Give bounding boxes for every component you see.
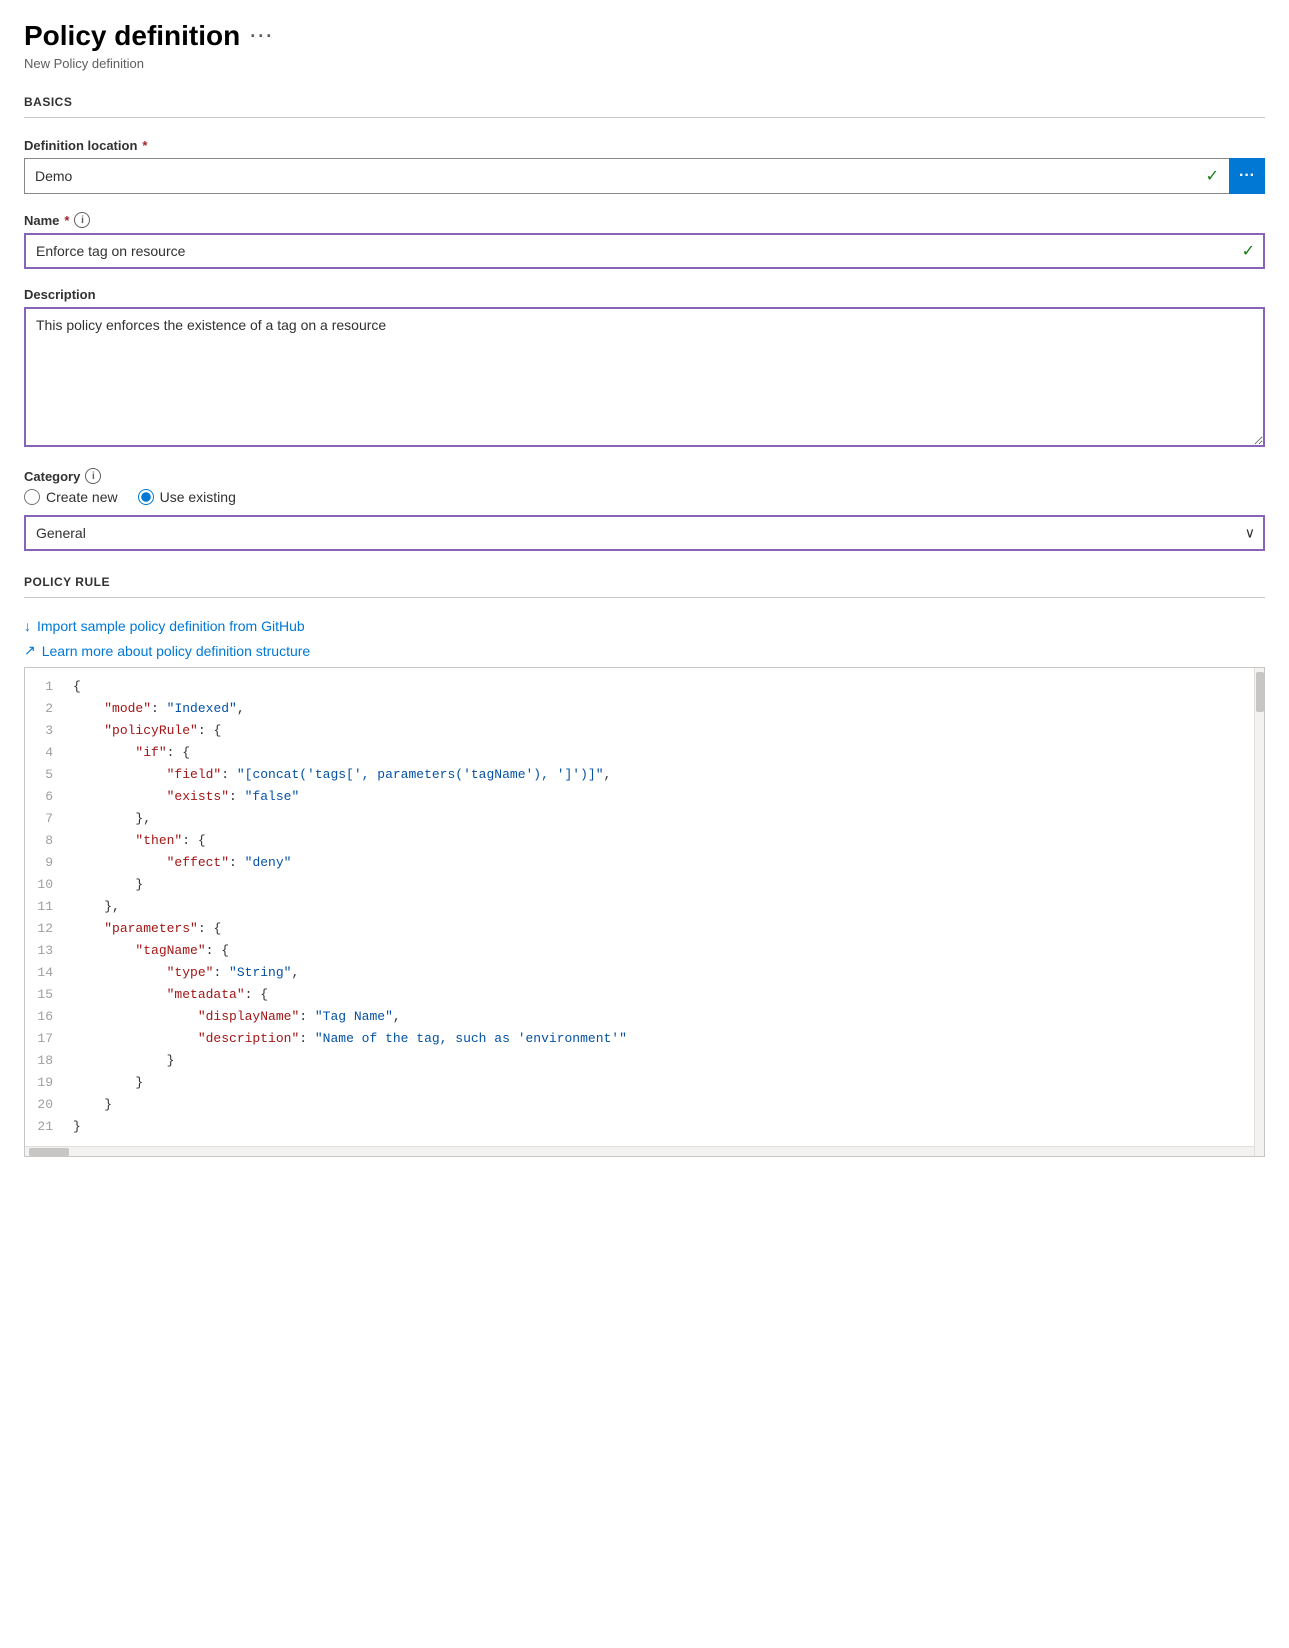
description-label: Description [24, 287, 1265, 302]
external-link-icon: ↗ [24, 642, 36, 659]
code-line: } [73, 874, 1254, 896]
code-line: "mode": "Indexed", [73, 698, 1254, 720]
line-number: 14 [33, 962, 53, 984]
line-number: 8 [33, 830, 53, 852]
more-options-icon[interactable]: ··· [250, 26, 274, 47]
name-field: Name * i ✓ [24, 212, 1265, 269]
definition-location-input-wrapper: ✓ [24, 158, 1229, 194]
line-number: 21 [33, 1116, 53, 1138]
use-existing-radio-option[interactable]: Use existing [138, 489, 236, 505]
line-number: 19 [33, 1072, 53, 1094]
code-line: "displayName": "Tag Name", [73, 1006, 1254, 1028]
label-text: Category [24, 469, 80, 484]
line-number: 6 [33, 786, 53, 808]
code-editor[interactable]: 123456789101112131415161718192021 { "mod… [24, 667, 1265, 1157]
policy-rule-divider [24, 597, 1265, 598]
basics-section-header: BASICS [24, 95, 1265, 109]
line-number: 15 [33, 984, 53, 1006]
category-radio-group: Create new Use existing [24, 489, 1265, 505]
name-input-wrapper: ✓ [24, 233, 1265, 269]
horizontal-scrollbar[interactable] [25, 1146, 1254, 1156]
code-line: } [73, 1094, 1254, 1116]
line-number: 13 [33, 940, 53, 962]
line-number: 3 [33, 720, 53, 742]
line-number: 10 [33, 874, 53, 896]
learn-more-link[interactable]: Learn more about policy definition struc… [42, 643, 310, 659]
vertical-scrollbar[interactable] [1254, 668, 1264, 1156]
line-number: 17 [33, 1028, 53, 1050]
name-info-icon[interactable]: i [74, 212, 90, 228]
category-select[interactable]: General Compute Networking Storage [24, 515, 1265, 551]
line-number: 12 [33, 918, 53, 940]
definition-location-label: Definition location * [24, 138, 1265, 153]
code-line: "description": "Name of the tag, such as… [73, 1028, 1254, 1050]
category-field: Category i Create new Use existing Gener… [24, 468, 1265, 551]
line-number: 9 [33, 852, 53, 874]
code-line: }, [73, 808, 1254, 830]
line-number: 16 [33, 1006, 53, 1028]
category-info-icon[interactable]: i [85, 468, 101, 484]
line-number: 18 [33, 1050, 53, 1072]
page-title: Policy definition ··· [24, 20, 274, 52]
category-select-wrapper: General Compute Networking Storage ∨ [24, 515, 1265, 551]
label-text: Definition location [24, 138, 137, 153]
category-label: Category i [24, 468, 1265, 484]
import-github-row: ↓ Import sample policy definition from G… [24, 618, 1265, 634]
scrollbar-thumb [1256, 672, 1264, 712]
code-line: "parameters": { [73, 918, 1254, 940]
code-line: "then": { [73, 830, 1254, 852]
line-number: 1 [33, 676, 53, 698]
create-new-radio-option[interactable]: Create new [24, 489, 118, 505]
definition-location-check-icon: ✓ [1206, 166, 1219, 186]
title-text: Policy definition [24, 20, 240, 52]
code-text[interactable]: { "mode": "Indexed", "policyRule": { "if… [61, 668, 1254, 1146]
name-label: Name * i [24, 212, 1265, 228]
code-line: } [73, 1116, 1254, 1138]
basics-divider [24, 117, 1265, 118]
code-line: { [73, 676, 1254, 698]
label-text: Name [24, 213, 59, 228]
policy-rule-section-header: POLICY RULE [24, 575, 1265, 589]
required-indicator: * [64, 213, 69, 228]
scrollbar-thumb-h [29, 1148, 69, 1156]
description-field: Description This policy enforces the exi… [24, 287, 1265, 450]
required-indicator: * [142, 138, 147, 153]
line-number: 7 [33, 808, 53, 830]
learn-more-row: ↗ Learn more about policy definition str… [24, 642, 1265, 659]
line-number: 5 [33, 764, 53, 786]
line-number: 11 [33, 896, 53, 918]
name-check-icon: ✓ [1242, 241, 1255, 261]
definition-location-input[interactable] [24, 158, 1229, 194]
page-subtitle: New Policy definition [24, 56, 1265, 71]
code-line: "exists": "false" [73, 786, 1254, 808]
name-input[interactable] [24, 233, 1265, 269]
use-existing-label: Use existing [160, 489, 236, 505]
label-text: Description [24, 287, 96, 302]
line-number: 4 [33, 742, 53, 764]
code-line: "effect": "deny" [73, 852, 1254, 874]
code-line: "policyRule": { [73, 720, 1254, 742]
code-line: "metadata": { [73, 984, 1254, 1006]
code-line: "tagName": { [73, 940, 1254, 962]
code-line: } [73, 1072, 1254, 1094]
code-line: "field": "[concat('tags[', parameters('t… [73, 764, 1254, 786]
description-input[interactable]: This policy enforces the existence of a … [24, 307, 1265, 447]
definition-location-wrapper: ✓ ··· [24, 158, 1265, 194]
line-number: 2 [33, 698, 53, 720]
definition-location-browse-button[interactable]: ··· [1229, 158, 1265, 194]
download-icon: ↓ [24, 618, 31, 634]
use-existing-radio[interactable] [138, 489, 154, 505]
import-github-link[interactable]: Import sample policy definition from Git… [37, 618, 305, 634]
code-content: 123456789101112131415161718192021 { "mod… [25, 668, 1264, 1156]
code-line: } [73, 1050, 1254, 1072]
line-numbers: 123456789101112131415161718192021 [25, 668, 61, 1146]
line-number: 20 [33, 1094, 53, 1116]
policy-rule-section: POLICY RULE ↓ Import sample policy defin… [24, 575, 1265, 1157]
code-line: "type": "String", [73, 962, 1254, 984]
create-new-radio[interactable] [24, 489, 40, 505]
create-new-label: Create new [46, 489, 118, 505]
code-line: }, [73, 896, 1254, 918]
code-line: "if": { [73, 742, 1254, 764]
definition-location-field: Definition location * ✓ ··· [24, 138, 1265, 194]
